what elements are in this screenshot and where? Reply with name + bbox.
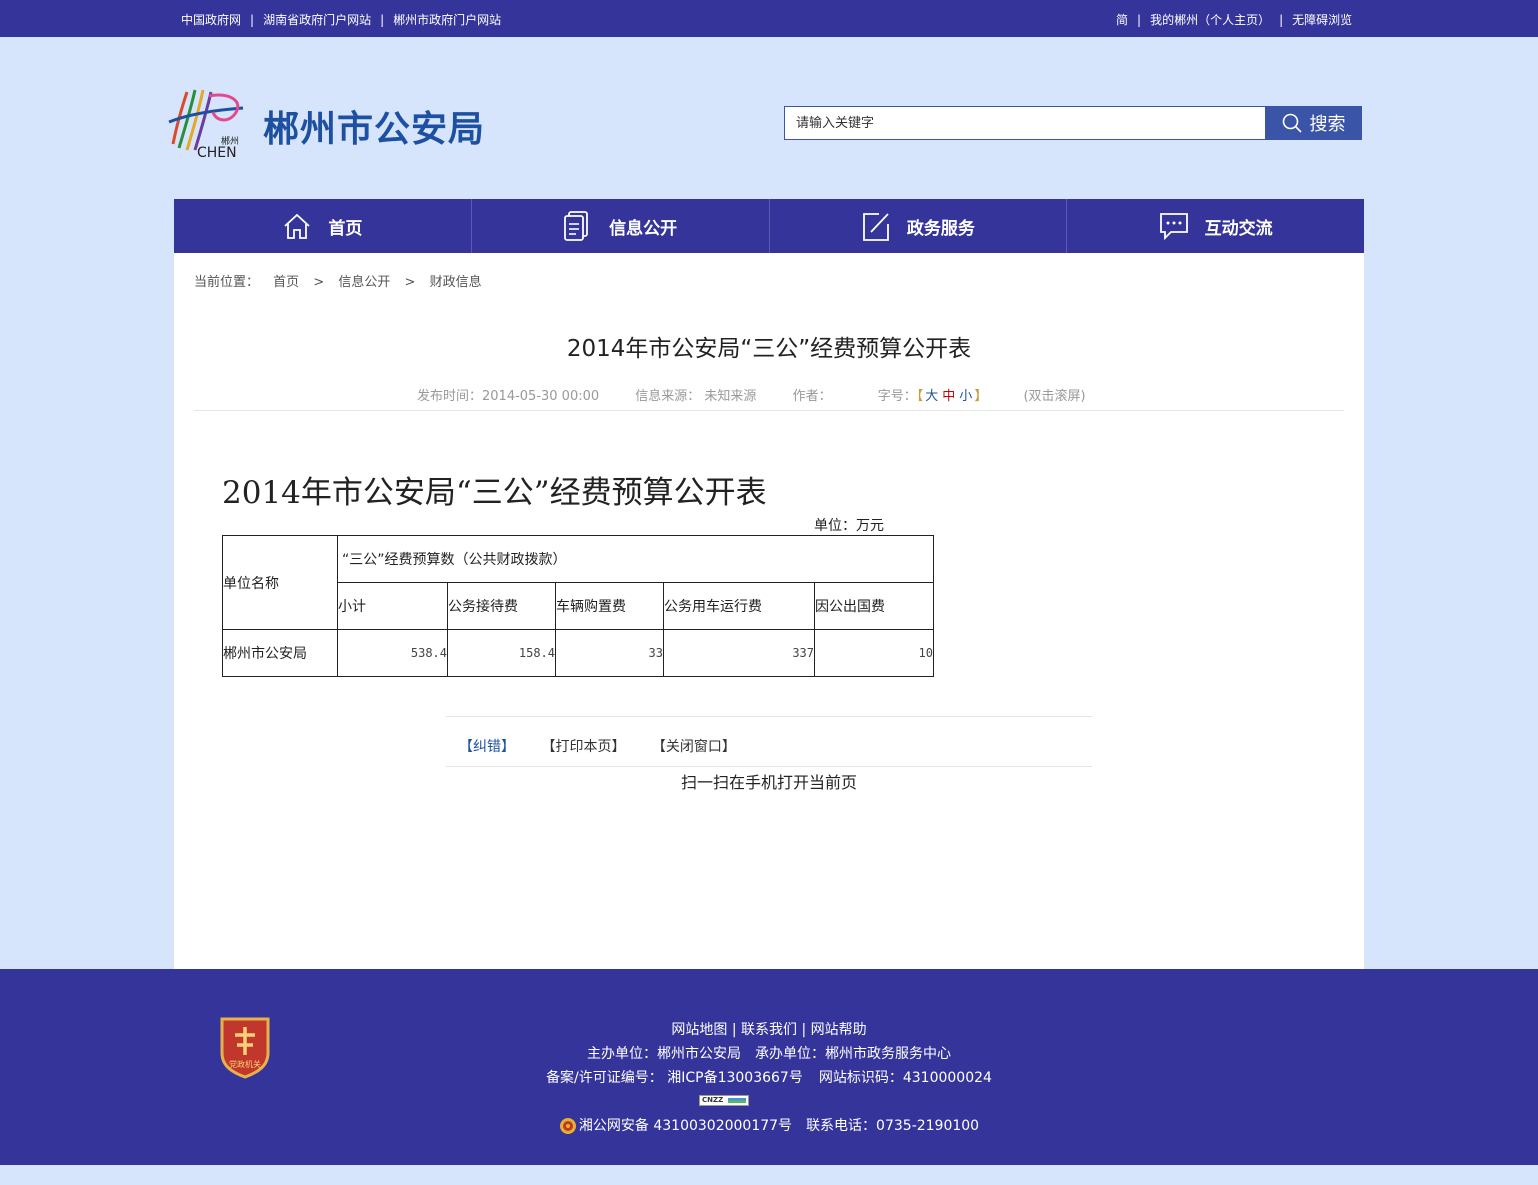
cnzz-badge[interactable]: CNZZ — [699, 1095, 749, 1106]
site-logo[interactable]: 郴州 CHEN — [165, 84, 249, 161]
publish-time: 发布时间：2014-05-30 00:00 — [417, 389, 600, 404]
logo-chen: CHEN — [197, 145, 237, 160]
search-button-label: 搜索 — [1309, 114, 1346, 135]
document-icon — [564, 211, 589, 241]
cell-reception: 158.4 — [447, 629, 556, 677]
organizer: 承办单位：郴州市政务服务中心 — [755, 1046, 951, 1062]
nav-home-label: 首页 — [328, 218, 363, 239]
breadcrumb: 当前位置： 首页 > 信息公开 > 财政信息 — [194, 271, 482, 290]
meta-divider — [194, 410, 1344, 411]
cell-subtotal: 538.4 — [337, 629, 448, 677]
site-name: 郴州市公安局 — [263, 109, 486, 150]
breadcrumb-sep: > — [313, 275, 325, 290]
actions-divider-top — [446, 716, 1092, 717]
nav-home[interactable]: 首页 — [174, 199, 472, 253]
top-links-right: 简 | 我的郴州（个人主页） | 无障碍浏览 — [1116, 13, 1353, 27]
budget-table: 单位名称 “三公”经费预算数（公共财政拨款） 小计 公务接待费 车辆购置费 公务… — [222, 535, 934, 677]
col-vehicle-operation: 公务用车运行费 — [663, 582, 815, 630]
link-chenzhou-gov[interactable]: 郴州市政府门户网站 — [393, 13, 501, 27]
footer-police-line: 湘公网安备 43100302000177号 联系电话：0735-2190100 — [0, 1115, 1538, 1135]
link-my-chenzhou[interactable]: 我的郴州（个人主页） — [1150, 13, 1270, 27]
home-icon — [284, 213, 310, 239]
nav-gov-service[interactable]: 政务服务 — [770, 199, 1068, 253]
font-mid-button[interactable]: 中 — [942, 389, 955, 404]
cell-vehicle-operation: 337 — [663, 629, 815, 677]
cnzz-text: CNZZ — [702, 1096, 724, 1104]
top-bar: 中国政府网 | 湖南省政府门户网站 | 郴州市政府门户网站 简 | 我的郴州（个人主页） | 无… — [0, 0, 1538, 37]
correct-error-link[interactable]: 【纠错】 — [459, 739, 515, 755]
bracket-close: 】 — [974, 389, 988, 404]
site-map-link[interactable]: 网站地图 — [671, 1022, 727, 1038]
top-links-left: 中国政府网 | 湖南省政府门户网站 | 郴州市政府门户网站 — [181, 13, 502, 27]
nav-gov-service-label: 政务服务 — [906, 218, 975, 239]
article-meta: 发布时间：2014-05-30 00:00 信息来源： 未知来源 作者： 字号：… — [417, 385, 1118, 404]
table-row: 单位名称 “三公”经费预算数（公共财政拨款） — [222, 535, 934, 630]
author: 作者： — [792, 389, 832, 404]
phone: 联系电话：0735-2190100 — [806, 1118, 980, 1134]
footer-sponsor-line: 主办单位：郴州市公安局 承办单位：郴州市政务服务中心 — [0, 1043, 1538, 1063]
nav-info-public-label: 信息公开 — [609, 218, 678, 239]
footer-icp-line: 备案/许可证编号： 湘ICP备13003667号 网站标识码：4310000024 — [0, 1067, 1538, 1087]
unit-label: 单位：万元 — [814, 518, 884, 534]
bottom-strip — [0, 1165, 1538, 1185]
nav-interaction-label: 互动交流 — [1204, 218, 1273, 239]
nav-interaction[interactable]: 互动交流 — [1067, 199, 1364, 253]
site-help-link[interactable]: 网站帮助 — [811, 1022, 867, 1038]
scan-qr-text: 扫一扫在手机打开当前页 — [680, 773, 857, 792]
font-small-button[interactable]: 小 — [959, 389, 972, 404]
col-reception: 公务接待费 — [447, 582, 556, 630]
search-icon — [1282, 113, 1302, 133]
article-title: 2014年市公安局“三公”经费预算公开表 — [566, 336, 972, 362]
nav-info-public[interactable]: 信息公开 — [472, 199, 770, 253]
sponsor: 主办单位：郴州市公安局 — [587, 1046, 741, 1062]
police-record-link[interactable]: 湘公网安备 43100302000177号 — [579, 1118, 792, 1134]
content-title: 2014年市公安局“三公”经费预算公开表 — [222, 475, 767, 511]
article-actions: 【纠错】 【打印本页】 【关闭窗口】 — [459, 736, 758, 756]
main-nav: 首页 信息公开 政务服务 互动交流 — [174, 199, 1364, 253]
dblclick-scroll: (双击滚屏) — [1023, 389, 1086, 404]
font-large-button[interactable]: 大 — [925, 389, 938, 404]
police-emblem-icon — [559, 1118, 576, 1134]
link-accessibility[interactable]: 无障碍浏览 — [1292, 13, 1352, 27]
contact-us-link[interactable]: 联系我们 — [741, 1022, 797, 1038]
breadcrumb-home[interactable]: 首页 — [273, 275, 299, 290]
edit-icon — [862, 213, 889, 241]
breadcrumb-prefix: 当前位置： — [194, 275, 260, 290]
close-window-link[interactable]: 【关闭窗口】 — [652, 739, 736, 755]
table-row: 郴州市公安局 538.4 158.4 33 337 10 — [222, 629, 934, 677]
cell-overseas: 10 — [814, 629, 934, 677]
footer-links: 网站地图 | 联系我们 | 网站帮助 — [671, 1022, 867, 1038]
main-content: 当前位置： 首页 > 信息公开 > 财政信息 2014年市公安局“三公”经费预算… — [174, 253, 1364, 969]
breadcrumb-finance[interactable]: 财政信息 — [430, 275, 482, 290]
footer: 党政机关 网站地图 | 联系我们 | 网站帮助 主办单位：郴州市公安局 承办单位：… — [0, 969, 1538, 1165]
font-size-control: 字号：【大中小】 — [878, 389, 992, 404]
print-page-link[interactable]: 【打印本页】 — [541, 739, 625, 755]
search-box — [784, 106, 1266, 140]
col-overseas: 因公出国费 — [814, 582, 934, 630]
col-subtotal: 小计 — [337, 582, 448, 630]
actions-divider-bottom — [446, 766, 1092, 767]
icp-link[interactable]: 备案/许可证编号： 湘ICP备13003667号 — [546, 1070, 803, 1086]
breadcrumb-sep: > — [404, 275, 416, 290]
chat-icon — [1159, 213, 1188, 241]
link-gov-cn[interactable]: 中国政府网 — [181, 13, 241, 27]
info-source: 信息来源： 未知来源 — [635, 389, 757, 404]
link-hunan-gov[interactable]: 湖南省政府门户网站 — [263, 13, 371, 27]
bracket-open: 【 — [916, 389, 924, 404]
search-input[interactable] — [785, 107, 1265, 139]
breadcrumb-info-public[interactable]: 信息公开 — [338, 275, 390, 290]
link-simplified[interactable]: 简 — [1116, 13, 1128, 27]
col-vehicle-purchase: 车辆购置费 — [555, 582, 664, 630]
header-unit-name: 单位名称 — [222, 535, 338, 630]
search-button[interactable]: 搜索 — [1265, 106, 1362, 140]
cell-vehicle-purchase: 33 — [555, 629, 664, 677]
header-group: “三公”经费预算数（公共财政拨款） — [337, 535, 934, 583]
font-size-label: 字号： — [877, 389, 917, 404]
site-id: 网站标识码：4310000024 — [818, 1070, 992, 1086]
cell-unit-name: 郴州市公安局 — [222, 629, 338, 677]
